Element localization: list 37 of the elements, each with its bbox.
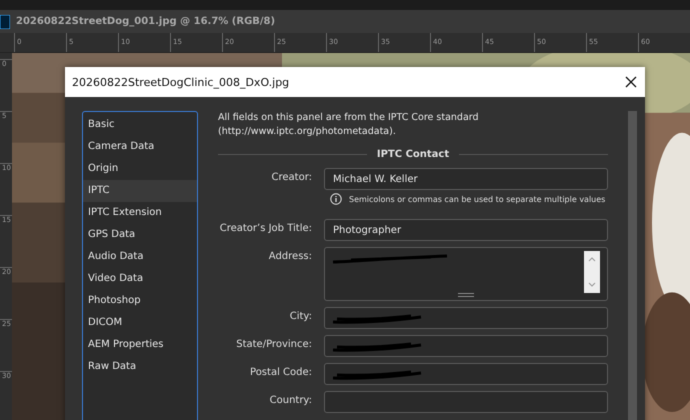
category-item[interactable]: AEM Properties bbox=[83, 334, 197, 356]
field-label: Country: bbox=[268, 394, 312, 406]
photoshop-app-icon bbox=[0, 14, 10, 28]
category-item[interactable]: GPS Data bbox=[83, 224, 197, 246]
category-item[interactable]: Photoshop bbox=[83, 290, 197, 312]
hint-text: Semicolons or commas can be used to separate multiple values bbox=[349, 194, 606, 204]
address-field[interactable] bbox=[324, 247, 608, 301]
intro-text: All fields on this panel are from the IPTC Core standard (http://www.iptc.org/photometadata). bbox=[218, 111, 480, 139]
field-label: Creator’s Job Title: bbox=[218, 222, 312, 234]
field-label: Address: bbox=[268, 250, 312, 262]
document-tab[interactable]: 20260822StreetDog_001.jpg @ 16.7% (RGB/8) bbox=[16, 16, 276, 27]
info-icon bbox=[330, 193, 342, 205]
category-item[interactable]: Basic bbox=[83, 114, 197, 136]
section-title: IPTC Contact bbox=[376, 149, 450, 160]
category-item[interactable]: Raw Data bbox=[83, 356, 197, 378]
scroll-bar[interactable] bbox=[584, 251, 600, 293]
close-icon[interactable] bbox=[625, 76, 637, 88]
category-item[interactable]: Video Data bbox=[83, 268, 197, 290]
field-label: State/Province: bbox=[235, 338, 312, 350]
text-field[interactable] bbox=[324, 307, 608, 329]
category-item[interactable]: Camera Data bbox=[83, 136, 197, 158]
dialog-title: 20260822StreetDogClinic_008_DxO.jpg bbox=[72, 76, 290, 88]
category-item[interactable]: Audio Data bbox=[83, 246, 197, 268]
scroll-bar[interactable] bbox=[628, 111, 637, 420]
field-label: Creator: bbox=[270, 171, 312, 183]
category-item[interactable]: Origin bbox=[83, 158, 197, 180]
text-field[interactable] bbox=[324, 363, 608, 385]
category-item[interactable]: IPTC Extension bbox=[83, 202, 197, 224]
category-item[interactable]: DICOM bbox=[83, 312, 197, 334]
text-field[interactable]: Michael W. Keller bbox=[324, 168, 608, 190]
text-field[interactable] bbox=[324, 335, 608, 357]
text-field[interactable]: Photographer bbox=[324, 219, 608, 241]
resize-grip-icon[interactable] bbox=[458, 293, 474, 297]
text-field[interactable] bbox=[324, 391, 608, 413]
field-label: City: bbox=[288, 310, 312, 322]
category-item[interactable]: IPTC bbox=[83, 180, 197, 202]
field-label: Postal Code: bbox=[249, 366, 312, 378]
